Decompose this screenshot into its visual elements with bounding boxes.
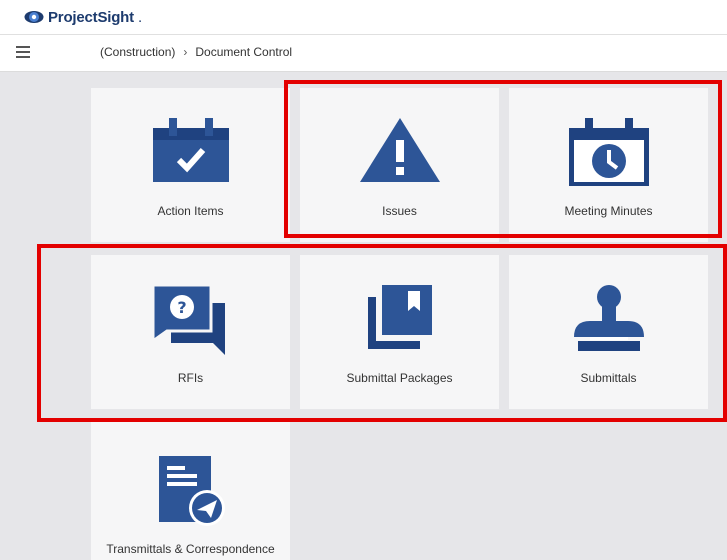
- calendar-check-icon: [152, 118, 229, 182]
- tile-issues[interactable]: Issues: [300, 88, 499, 242]
- menu-icon[interactable]: [16, 46, 30, 58]
- bookmark-stack-icon: [367, 285, 432, 349]
- tile-label: Submittals: [580, 371, 637, 385]
- document-send-icon: [158, 456, 225, 526]
- projectsight-logo[interactable]: ProjectSight.: [24, 6, 142, 28]
- breadcrumb-item-construction[interactable]: (Construction): [100, 45, 175, 59]
- logo-text: ProjectSight: [48, 8, 134, 26]
- tile-label: Transmittals & Correspondence: [106, 542, 275, 556]
- tile-meeting-minutes[interactable]: Meeting Minutes: [509, 88, 708, 242]
- svg-text:?: ?: [177, 298, 186, 317]
- warning-triangle-icon: [359, 118, 440, 182]
- tile-label: Meeting Minutes: [564, 204, 653, 218]
- navigation-bar: (Construction) › Document Control: [0, 35, 727, 72]
- breadcrumb-item-document-control: Document Control: [195, 45, 293, 59]
- question-chat-icon: ?: [152, 285, 225, 355]
- tile-label: Submittal Packages: [346, 371, 453, 385]
- tile-label: Issues: [382, 204, 417, 218]
- tile-submittal-packages[interactable]: Submittal Packages: [300, 255, 499, 409]
- tile-label: RFIs: [177, 371, 204, 385]
- tile-transmittals-correspondence[interactable]: Transmittals & Correspondence: [91, 422, 290, 560]
- breadcrumb-separator: ›: [183, 45, 188, 59]
- eye-logo-icon: [24, 11, 44, 23]
- logo-dot: .: [137, 8, 143, 26]
- top-bar: ProjectSight.: [0, 0, 727, 35]
- tile-action-items[interactable]: Action Items: [91, 88, 290, 242]
- tile-label: Action Items: [157, 204, 224, 218]
- calendar-clock-icon: [568, 118, 649, 186]
- breadcrumb: (Construction) › Document Control: [100, 45, 292, 59]
- tile-submittals[interactable]: Submittals: [509, 255, 708, 409]
- stamp-icon: [573, 285, 644, 351]
- tile-rfis[interactable]: ? RFIs: [91, 255, 290, 409]
